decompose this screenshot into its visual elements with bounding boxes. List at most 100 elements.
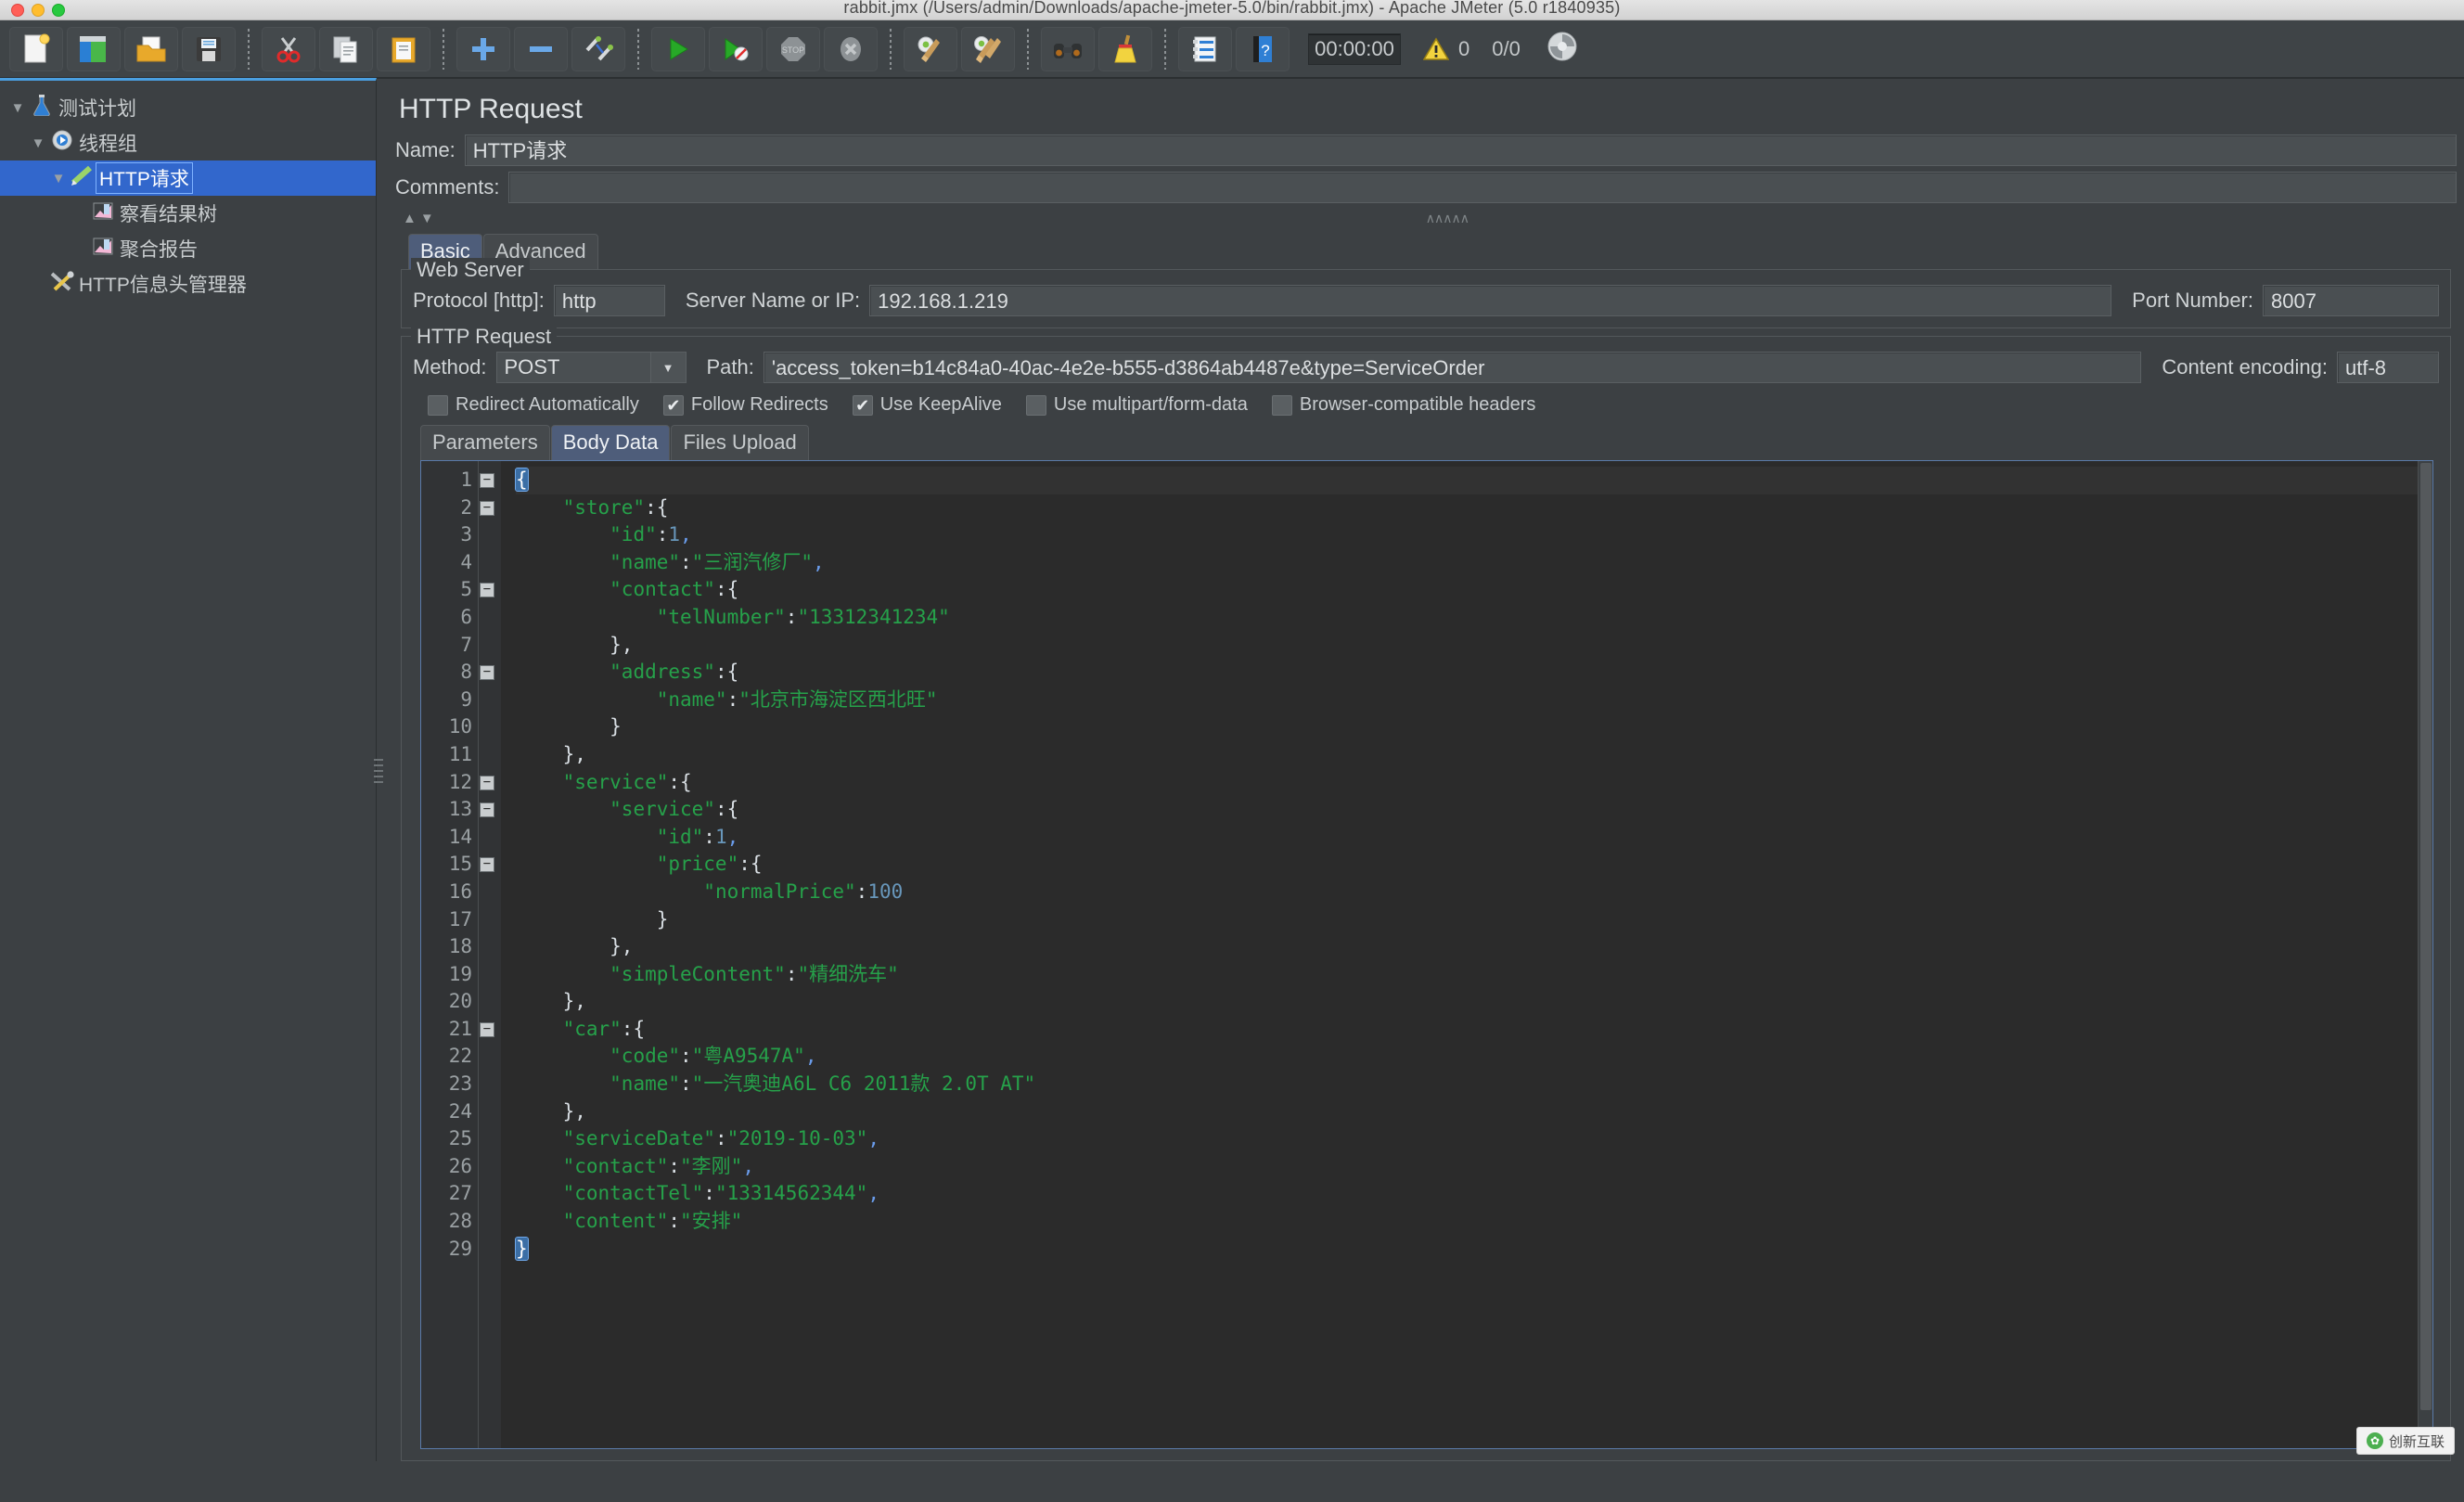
tree-item-http-request[interactable]: ▼ HTTP请求 xyxy=(0,160,376,196)
follow-redirects-checkbox[interactable]: ✔ xyxy=(662,394,684,416)
clear-all-button[interactable] xyxy=(961,26,1015,71)
browser-compatible-headers-checkbox[interactable] xyxy=(1271,394,1292,416)
function-helper-button[interactable] xyxy=(1178,26,1232,71)
code-line[interactable]: "service":{ xyxy=(516,796,2418,824)
code-line[interactable]: }, xyxy=(516,1098,2418,1126)
content-encoding-input[interactable]: utf-8 xyxy=(2337,352,2439,383)
code-line[interactable]: "contact":{ xyxy=(516,576,2418,604)
drag-dots[interactable]: ∧∧∧∧∧ xyxy=(438,211,2457,226)
code-line[interactable]: "name":"三润汽修厂", xyxy=(516,549,2418,577)
code-line[interactable]: "car":{ xyxy=(516,1016,2418,1044)
help-button[interactable]: ? xyxy=(1236,26,1290,71)
chevron-down-icon[interactable]: ▼ xyxy=(48,171,69,186)
reset-search-button[interactable] xyxy=(1098,26,1152,71)
code-line[interactable]: "contact":"李刚", xyxy=(516,1153,2418,1181)
tab-parameters[interactable]: Parameters xyxy=(420,425,550,460)
method-select[interactable]: POST ▼ xyxy=(495,352,687,383)
start-button[interactable] xyxy=(651,26,705,71)
templates-button[interactable] xyxy=(67,26,121,71)
code-fold-toggle-icon[interactable]: − xyxy=(480,665,494,681)
floppy-save-icon xyxy=(197,36,221,61)
code-line[interactable]: } xyxy=(516,713,2418,741)
collapse-down-icon[interactable]: ▼ xyxy=(420,211,434,226)
code-line[interactable]: }, xyxy=(516,933,2418,961)
protocol-input[interactable]: http xyxy=(553,285,665,316)
new-test-plan-button[interactable] xyxy=(9,26,63,71)
stop-button[interactable]: STOP xyxy=(766,26,820,71)
tab-body-data[interactable]: Body Data xyxy=(550,425,671,460)
code-line[interactable]: "price":{ xyxy=(516,851,2418,879)
code-line[interactable]: }, xyxy=(516,988,2418,1016)
code-line[interactable]: "id":1, xyxy=(516,521,2418,549)
collapse-up-icon[interactable]: ▲ xyxy=(403,211,417,226)
code-line[interactable]: }, xyxy=(516,741,2418,769)
editor-vertical-scrollbar[interactable] xyxy=(2418,461,2432,1448)
comments-input[interactable] xyxy=(508,172,2457,203)
split-pane-divider-handle[interactable] xyxy=(374,759,383,783)
code-fold-toggle-icon[interactable]: − xyxy=(480,802,494,818)
code-line[interactable]: "service":{ xyxy=(516,769,2418,797)
code-line[interactable]: }, xyxy=(516,632,2418,660)
code-line[interactable]: "serviceDate":"2019-10-03", xyxy=(516,1125,2418,1153)
code-token: :{ xyxy=(621,1017,646,1040)
body-data-code[interactable]: { "store":{ "id":1, "name":"三润汽修厂", "con… xyxy=(501,461,2418,1448)
redirect-automatically-checkbox[interactable] xyxy=(428,394,448,416)
clear-button[interactable] xyxy=(904,26,957,71)
code-fold-toggle-icon[interactable]: − xyxy=(480,473,494,488)
name-input[interactable]: HTTP请求 xyxy=(464,135,2457,166)
tree-item-thread-group[interactable]: ▼ 线程组 xyxy=(0,125,376,160)
tree-item-view-results-tree[interactable]: 察看结果树 xyxy=(0,196,376,231)
gutter-line-number: 5− xyxy=(430,576,494,604)
test-plan-tree[interactable]: ▼ 测试计划 ▼ 线程组 ▼ HTTP请求 察看结果树 聚合报告 HTTP信息头… xyxy=(0,78,383,1461)
chevron-down-icon[interactable]: ▼ xyxy=(7,100,28,116)
save-button[interactable] xyxy=(182,26,236,71)
code-line[interactable]: "content":"安排" xyxy=(516,1208,2418,1236)
code-fold-toggle-icon[interactable]: − xyxy=(480,775,494,790)
chevron-down-icon[interactable]: ▼ xyxy=(649,353,686,382)
cut-button[interactable] xyxy=(262,26,315,71)
code-token: }, xyxy=(516,935,634,958)
code-fold-toggle-icon[interactable]: − xyxy=(480,583,494,598)
paste-button[interactable] xyxy=(377,26,430,71)
open-button[interactable] xyxy=(124,26,178,71)
tab-files-upload[interactable]: Files Upload xyxy=(671,425,809,460)
code-line[interactable]: } xyxy=(515,1236,2418,1264)
scrollbar-thumb[interactable] xyxy=(2420,463,2432,1411)
body-data-editor[interactable]: 1−2−3 4 5−6 7 8−9 10 11 12−13−14 15−16 17 18 19 20 21… xyxy=(420,460,2433,1449)
tree-item-http-header-manager[interactable]: HTTP信息头管理器 xyxy=(0,266,376,302)
code-line[interactable]: "name":"北京市海淀区西北旺" xyxy=(516,687,2418,714)
use-keepalive-checkbox[interactable]: ✔ xyxy=(852,394,873,416)
search-button[interactable] xyxy=(1041,26,1095,71)
path-input[interactable]: 'access_token=b14c84a0-40ac-4e2e-b555-d3… xyxy=(763,352,2142,383)
shutdown-button[interactable] xyxy=(824,26,878,71)
expand-all-button[interactable] xyxy=(456,26,510,71)
code-line[interactable]: "code":"粤A9547A", xyxy=(516,1043,2418,1071)
toggle-button[interactable] xyxy=(571,26,625,71)
tree-item-aggregate-report[interactable]: 聚合报告 xyxy=(0,231,376,266)
server-name-input[interactable]: 192.168.1.219 xyxy=(869,285,2112,316)
code-fold-toggle-icon[interactable]: − xyxy=(480,500,494,516)
code-fold-toggle-icon[interactable]: − xyxy=(480,1021,494,1037)
copy-button[interactable] xyxy=(319,26,373,71)
code-line[interactable]: "store":{ xyxy=(516,494,2418,522)
code-fold-toggle-icon[interactable]: − xyxy=(480,857,494,873)
code-line[interactable]: "simpleContent":"精细洗车" xyxy=(516,961,2418,989)
tree-item-test-plan[interactable]: ▼ 测试计划 xyxy=(0,90,376,125)
code-line[interactable]: "telNumber":"13312341234" xyxy=(516,604,2418,632)
code-line[interactable]: "normalPrice":100 xyxy=(516,879,2418,906)
code-line[interactable]: "address":{ xyxy=(516,659,2418,687)
code-line[interactable]: { xyxy=(515,467,2418,494)
code-line[interactable]: } xyxy=(516,906,2418,934)
request-options-checkbox-row: Redirect Automatically ✔ Follow Redirect… xyxy=(428,394,2439,416)
code-line[interactable]: "id":1, xyxy=(516,824,2418,852)
chevron-down-icon[interactable]: ▼ xyxy=(28,135,48,151)
gutter-line-number: 1− xyxy=(430,467,494,494)
start-no-pauses-button[interactable] xyxy=(709,26,763,71)
use-multipart-checkbox[interactable] xyxy=(1025,394,1046,416)
tree-item-label: HTTP请求 xyxy=(96,162,193,194)
code-line[interactable]: "name":"一汽奥迪A6L C6 2011款 2.0T AT" xyxy=(516,1071,2418,1098)
port-input[interactable]: 8007 xyxy=(2263,285,2439,316)
collapse-all-button[interactable] xyxy=(514,26,568,71)
code-line[interactable]: "contactTel":"13314562344", xyxy=(516,1180,2418,1208)
warning-status[interactable]: 0 xyxy=(1423,37,1469,61)
